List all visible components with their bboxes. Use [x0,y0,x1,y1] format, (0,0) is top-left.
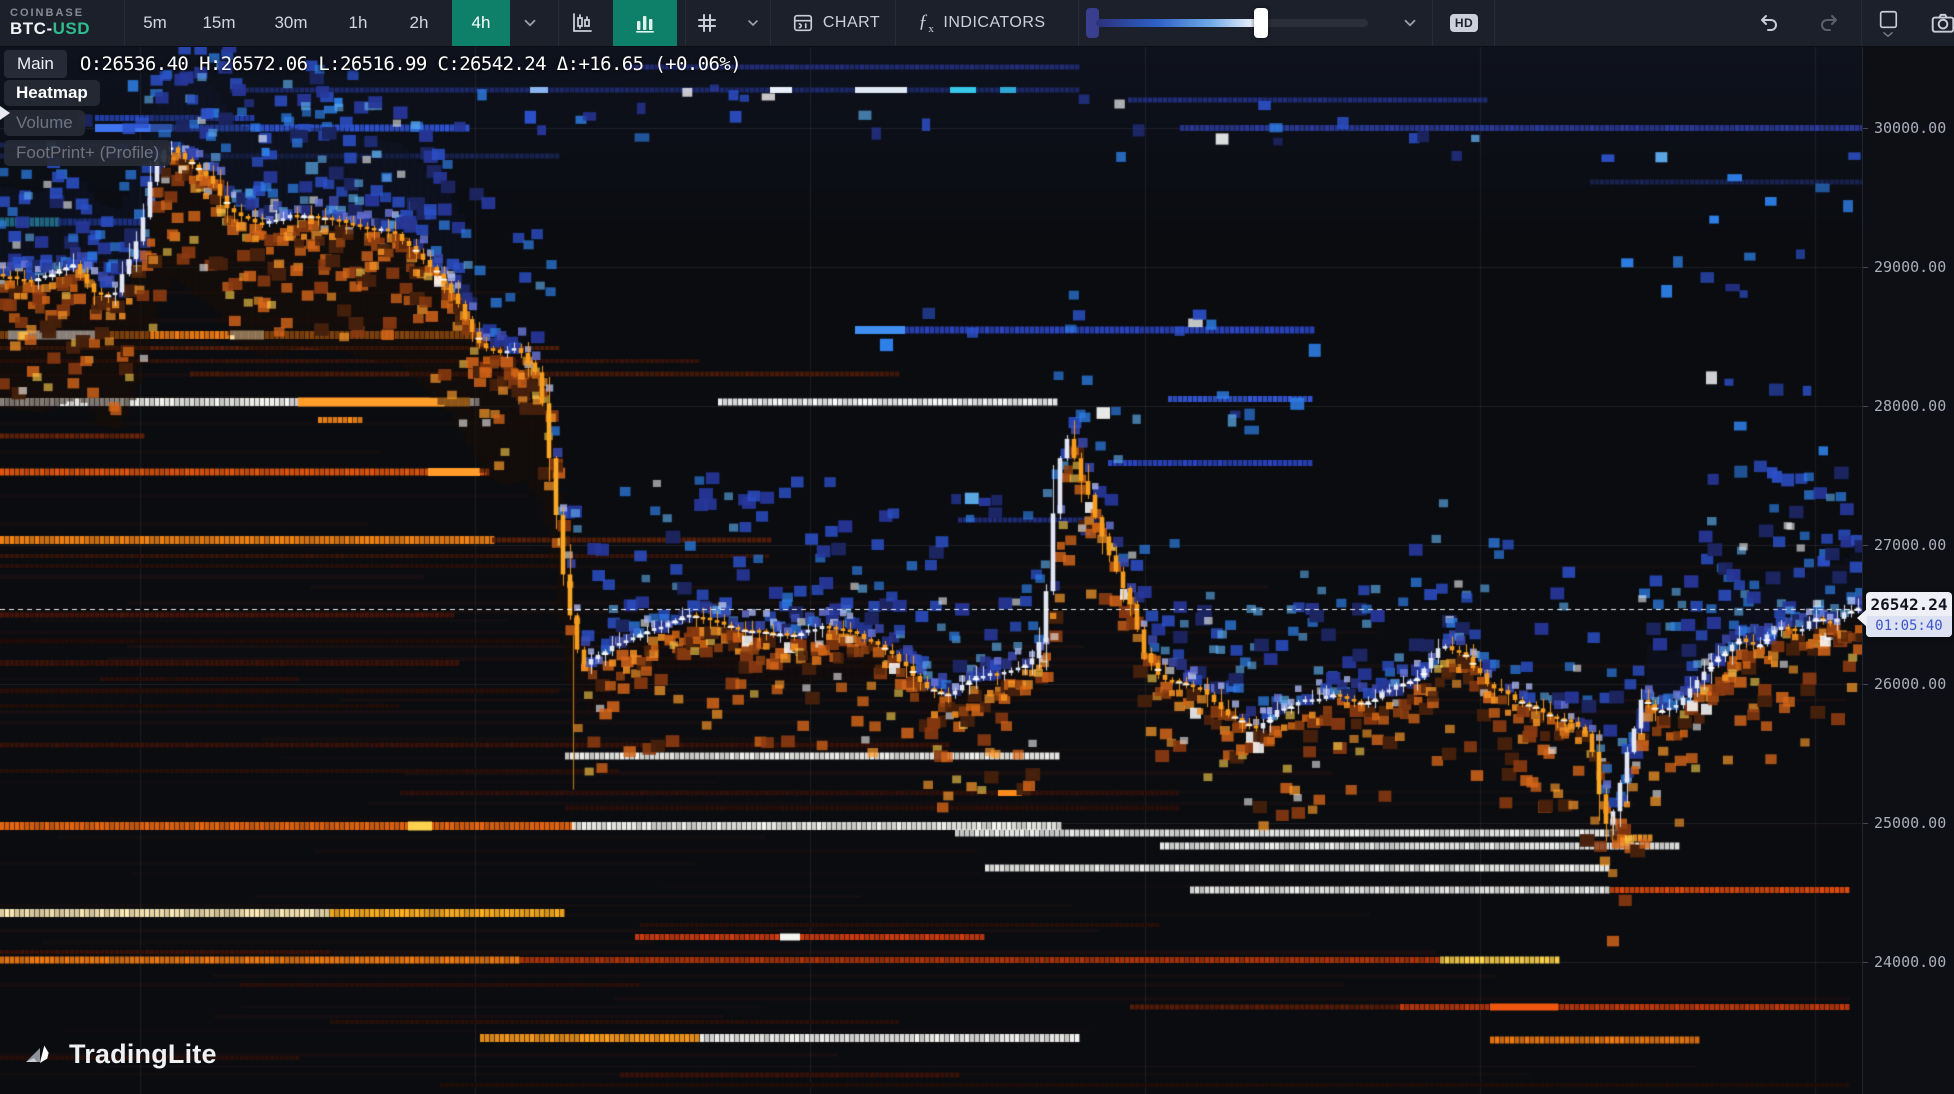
axis-tick [1863,823,1868,824]
mouse-cursor [0,106,10,120]
toolbar-divider [1494,0,1495,46]
undo-icon [1761,15,1777,31]
timeframe-button-4h[interactable]: 4h [452,0,510,46]
axis-tick [1863,962,1868,963]
axis-label-30000: 30000.00 [1874,119,1947,137]
toolbar-divider [1078,0,1079,46]
exchange-label: COINBASE [10,7,85,19]
toolbar-divider [124,0,125,46]
slider-dropdown-chevron-icon[interactable] [1396,0,1424,46]
heatmap-intensity-slider[interactable] [1086,0,1378,46]
toolbar-divider [1861,0,1862,46]
toolbar-divider [895,0,896,46]
slider-track[interactable] [1096,19,1368,27]
axis-tick [1863,684,1868,685]
heatmap-view-icon[interactable] [613,0,677,46]
toolbar-divider [1432,0,1433,46]
axis-tick [1863,545,1868,546]
hd-badge: HD [1449,14,1479,32]
layer-chip-heatmap[interactable]: Heatmap [4,80,100,106]
pane-chip[interactable]: Main [4,50,67,78]
undo-button[interactable] [1752,0,1784,46]
symbol-selector[interactable]: COINBASE BTC-USD [10,0,120,46]
axis-label-24000: 24000.00 [1874,953,1947,971]
timeframe-button-15m[interactable]: 15m [197,0,241,46]
axis-label-26000: 26000.00 [1874,675,1947,693]
axis-tick [1863,128,1868,129]
ohlc-values: O:26536.40 H:26572.06 L:26516.99 C:26542… [79,53,742,75]
last-price-value: 26542.24 [1870,595,1948,614]
watermark: TradingLite [24,1038,217,1070]
axis-label-25000: 25000.00 [1874,814,1947,832]
toolbar-divider [558,0,559,46]
ohlc-bar: Main O:26536.40 H:26572.06 L:26516.99 C:… [4,50,742,78]
tradinglite-logo-icon [26,1045,49,1064]
screenshot-camera-button[interactable] [1926,0,1954,46]
candlestick-chart-icon[interactable] [562,0,602,46]
pair-base: BTC- [10,19,53,38]
layer-chip-volume[interactable]: Volume [4,110,85,136]
chart-menu-label: CHART [822,14,881,31]
toolbar-divider [685,0,686,46]
axis-label-28000: 28000.00 [1874,397,1947,415]
pair-label: BTC-USD [10,19,90,39]
timeframe-button-1h[interactable]: 1h [336,0,380,46]
redo-button[interactable] [1814,0,1846,46]
price-axis[interactable]: 26542.24 01:05:40 30000.00 29000.00 28000.… [1857,46,1954,1094]
toolbar: COINBASE BTC-USD 5m 15m 30m 1h 2h 4h CHART [0,0,1954,47]
redo-icon [1821,15,1837,31]
grid-dropdown-chevron-icon[interactable] [740,0,766,46]
camera-icon [1931,13,1954,33]
timeframe-button-2h[interactable]: 2h [397,0,441,46]
timeframe-button-5m[interactable]: 5m [133,0,177,46]
axis-label-27000: 27000.00 [1874,536,1947,554]
grid-layers-icon[interactable] [690,0,724,46]
chart-menu-icon [793,14,812,32]
layer-chip-footprint-profile-[interactable]: FootPrint+ (Profile) [4,140,172,166]
watermark-text: TradingLite [69,1038,217,1069]
panel-layout-button[interactable] [1872,0,1904,46]
fx-icon: ƒx [918,11,935,35]
panel-collapse-chevron-icon [1883,31,1893,37]
layout-square-icon [1879,10,1898,28]
last-price-tag: 26542.24 01:05:40 [1857,592,1952,637]
hd-toggle[interactable]: HD [1444,0,1484,46]
chart-area: Main O:26536.40 H:26572.06 L:26516.99 C:… [0,46,1862,1094]
candle-countdown: 01:05:40 [1866,616,1952,637]
toolbar-divider [770,0,771,46]
indicators-label: INDICATORS [943,14,1046,31]
axis-tick [1863,406,1868,407]
pair-quote: USD [52,19,91,38]
indicators-button[interactable]: ƒx INDICATORS [902,0,1062,46]
slider-thumb[interactable] [1254,8,1268,38]
timeframe-dropdown-chevron-icon[interactable] [516,0,544,46]
timeframe-button-30m[interactable]: 30m [269,0,313,46]
heatmap-canvas[interactable] [0,46,1862,1094]
axis-label-29000: 29000.00 [1874,258,1947,276]
axis-tick [1863,267,1868,268]
chart-menu-button[interactable]: CHART [782,0,890,46]
layer-chips: Heatmap Volume FootPrint+ (Profile) [4,80,172,166]
